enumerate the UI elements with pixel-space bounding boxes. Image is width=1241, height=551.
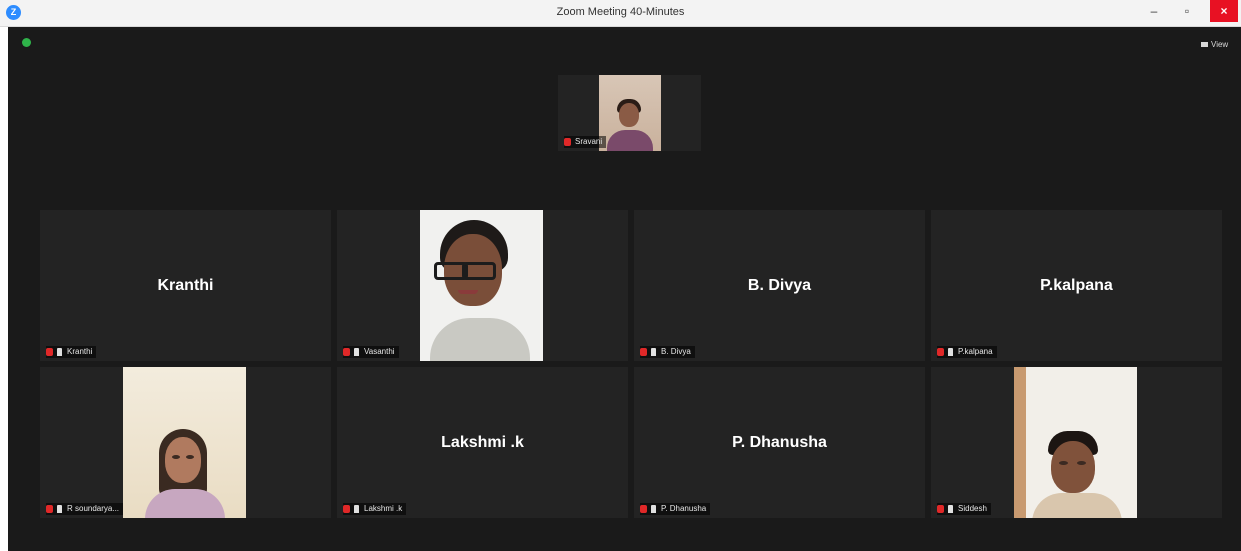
muted-mic-icon [640, 505, 647, 513]
participant-tile[interactable]: P. Dhanusha P. Dhanusha [634, 367, 925, 518]
participant-tile[interactable]: R soundarya... [40, 367, 331, 518]
participant-tile[interactable]: B. Divya B. Divya [634, 210, 925, 361]
eye [172, 455, 180, 459]
active-speaker-video [599, 75, 661, 151]
participant-label: Sravani [575, 137, 603, 146]
minimize-button[interactable]: – [1142, 0, 1166, 22]
video-icon [354, 348, 359, 356]
participant-tile[interactable]: P.kalpana P.kalpana [931, 210, 1222, 361]
eye [1077, 461, 1086, 465]
video-off-icon [651, 348, 656, 356]
muted-mic-icon [937, 348, 944, 356]
muted-mic-icon [46, 348, 53, 356]
video-off-icon [651, 505, 656, 513]
muted-mic-icon [343, 348, 350, 356]
view-label: View [1211, 40, 1229, 49]
video-icon [57, 505, 62, 513]
grid-view-icon [1201, 42, 1208, 48]
participant-name: Lakshmi .k [441, 433, 524, 451]
close-button[interactable]: × [1210, 0, 1238, 22]
tile-label: B. Divya [640, 346, 695, 358]
eye [186, 455, 194, 459]
tile-label: Siddesh [937, 503, 991, 515]
tile-label: Lakshmi .k [343, 503, 407, 515]
connection-status-icon[interactable] [22, 38, 31, 47]
muted-mic-icon [46, 505, 53, 513]
video-icon [948, 505, 953, 513]
video-off-icon [57, 348, 62, 356]
shirt [1032, 493, 1122, 518]
participant-name: Kranthi [157, 276, 214, 294]
video-off-icon [354, 505, 359, 513]
window-titlebar: Z Zoom Meeting 40-Minutes – ▫ × [0, 0, 1241, 27]
face [1051, 441, 1095, 493]
participant-tile[interactable]: Vasanthi [337, 210, 628, 361]
shirt [430, 318, 530, 361]
participant-label: Siddesh [958, 504, 987, 513]
participant-name: P. Dhanusha [732, 433, 827, 451]
maximize-button[interactable]: ▫ [1176, 0, 1198, 22]
eye [1059, 461, 1068, 465]
shirt [607, 130, 653, 151]
participant-name: B. Divya [747, 276, 812, 294]
muted-mic-icon [640, 348, 647, 356]
participant-label: Kranthi [67, 347, 93, 356]
tile-label: P. Dhanusha [640, 503, 711, 515]
face [619, 103, 639, 127]
participant-video [420, 210, 543, 361]
tile-label: Kranthi [46, 346, 97, 358]
participant-tile[interactable]: Kranthi Kranthi [40, 210, 331, 361]
tile-label: Sravani [564, 136, 607, 148]
muted-mic-icon [343, 505, 350, 513]
participant-tile[interactable]: Lakshmi .k Lakshmi .k [337, 367, 628, 518]
participant-tile[interactable]: Siddesh [931, 367, 1222, 518]
tile-label: Vasanthi [343, 346, 399, 358]
window-title: Zoom Meeting 40-Minutes [556, 6, 685, 18]
face [165, 437, 201, 483]
muted-mic-icon [564, 138, 571, 146]
tile-label: P.kalpana [937, 346, 997, 358]
participant-label: P.kalpana [958, 347, 993, 356]
participant-video [123, 367, 246, 518]
participant-label: B. Divya [661, 347, 691, 356]
participant-video [1014, 367, 1137, 518]
participant-label: P. Dhanusha [661, 504, 707, 513]
mouth [458, 290, 478, 294]
participant-label: R soundarya... [67, 504, 120, 513]
meeting-stage: View Sravani Kranthi Kranthi Vasanthi B.… [8, 27, 1241, 551]
shirt [145, 489, 225, 518]
view-button[interactable]: View [1201, 40, 1228, 49]
participant-label: Lakshmi .k [364, 504, 403, 513]
muted-mic-icon [937, 505, 944, 513]
tile-label: R soundarya... [46, 503, 124, 515]
glasses [462, 262, 496, 280]
participant-label: Vasanthi [364, 347, 395, 356]
active-speaker-tile[interactable]: Sravani [558, 75, 701, 151]
participant-name: P.kalpana [1040, 276, 1113, 294]
video-off-icon [948, 348, 953, 356]
